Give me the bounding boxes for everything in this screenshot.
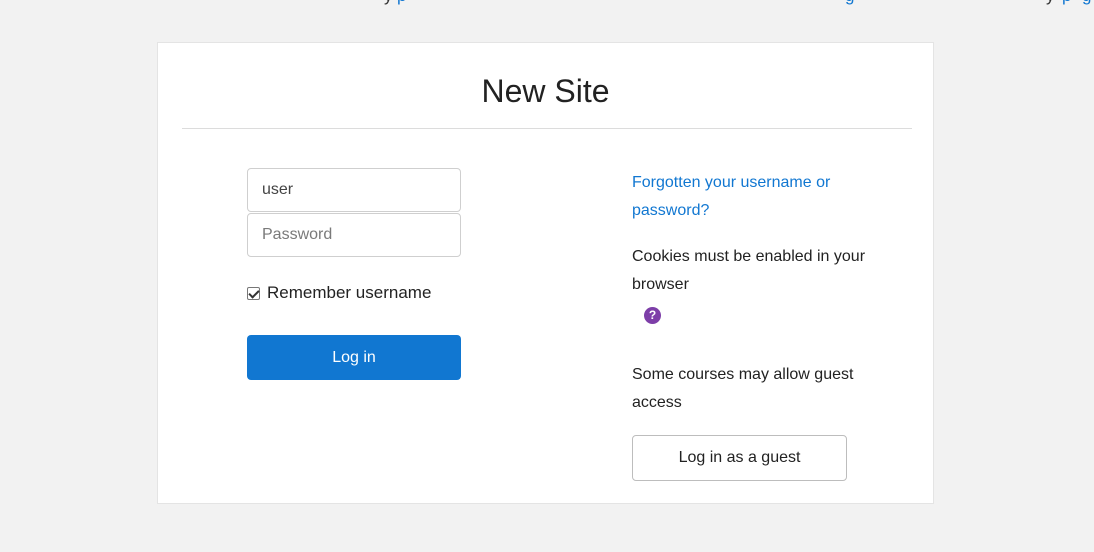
- guest-access-note: Some courses may allow guest access: [632, 366, 854, 411]
- remember-username[interactable]: Remember username: [247, 283, 431, 303]
- password-field[interactable]: [247, 213, 461, 257]
- page-title: New Site: [481, 73, 610, 109]
- forgot-password-link[interactable]: Forgotten your username or password?: [632, 169, 872, 225]
- divider: [182, 128, 912, 129]
- cropped-top-text: y p g y p g: [0, 0, 1094, 8]
- remember-label: Remember username: [267, 283, 432, 302]
- question-circle-icon[interactable]: ?: [644, 307, 661, 324]
- cookies-notice: Cookies must be enabled in your browser: [632, 248, 866, 293]
- login-card: New Site Remember username Log in Forgot…: [157, 42, 934, 504]
- username-field[interactable]: [247, 168, 461, 212]
- remember-checkbox[interactable]: [247, 286, 260, 300]
- guest-login-button[interactable]: Log in as a guest: [632, 435, 847, 481]
- login-button[interactable]: Log in: [247, 335, 461, 380]
